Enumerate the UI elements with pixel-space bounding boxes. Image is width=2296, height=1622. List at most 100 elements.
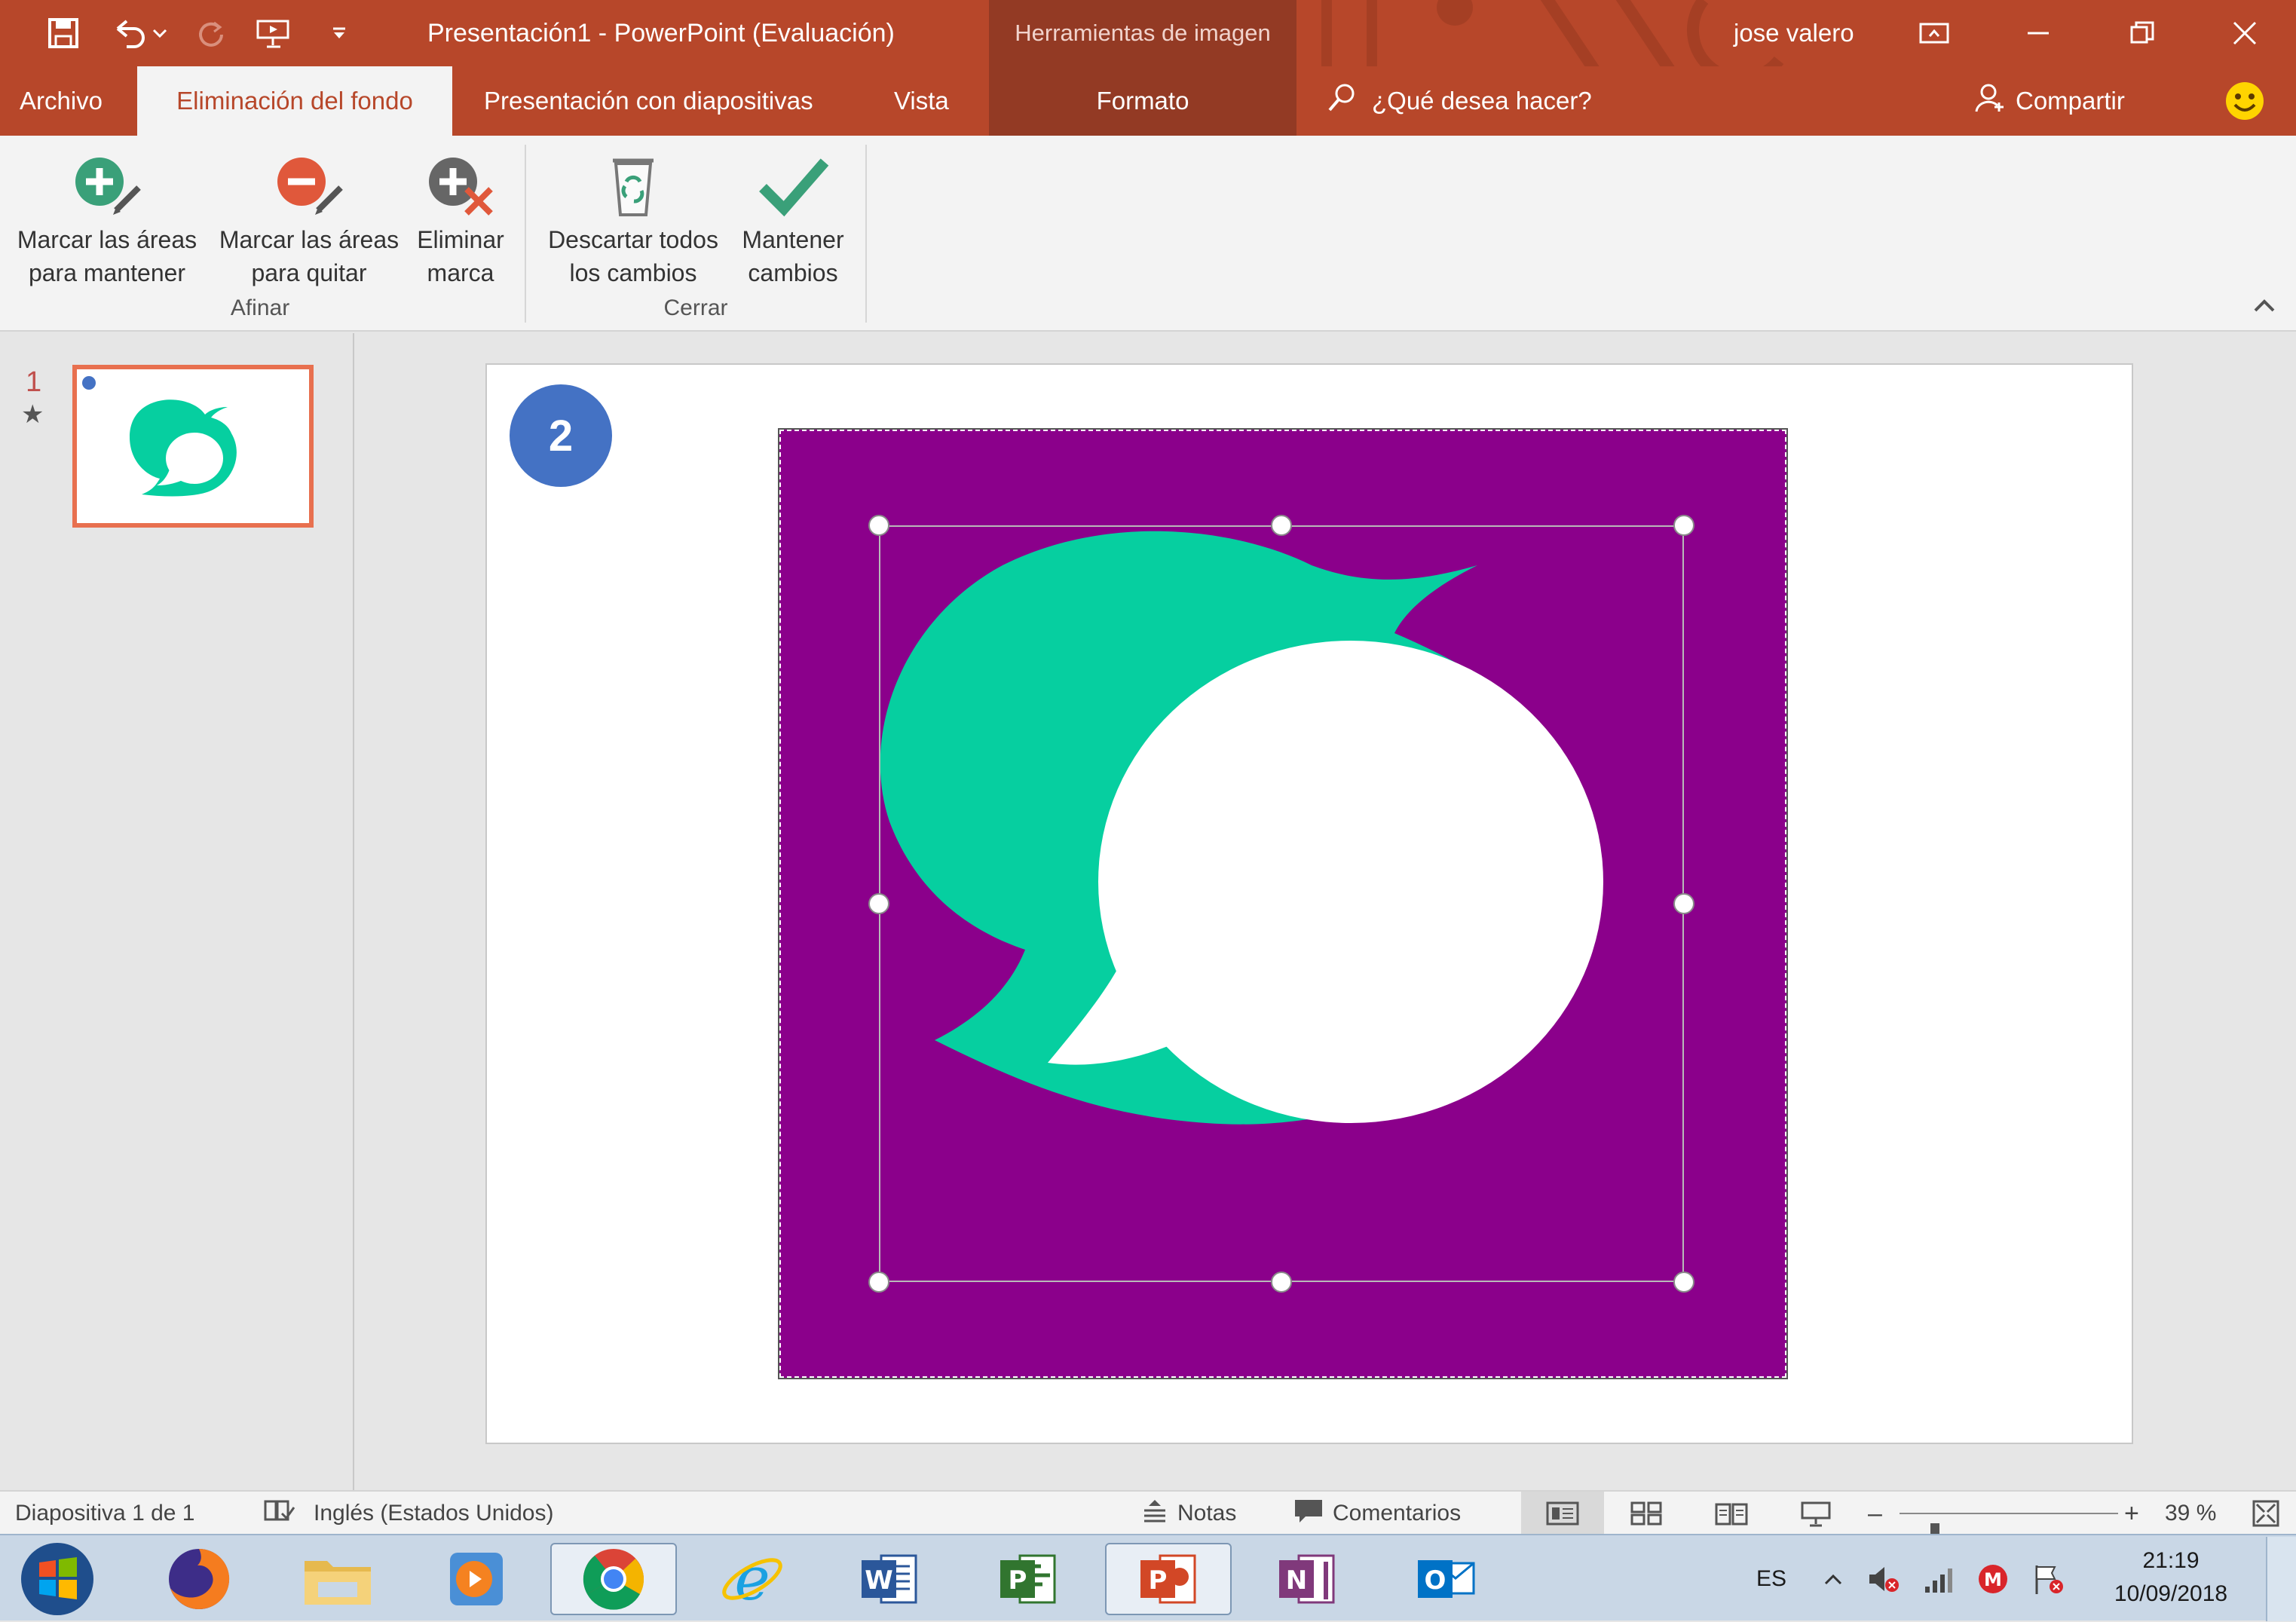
system-clock[interactable]: 21:19 10/09/2018 [2088,1544,2254,1611]
internet-explorer-icon[interactable]: e [689,1543,816,1615]
ribbon-display-options-icon[interactable] [1889,0,1979,66]
recycle-bin-icon [537,148,730,223]
customize-qat-icon[interactable] [324,11,354,56]
keep-changes-button[interactable]: Mantener cambios [731,148,855,289]
svg-text:W: W [865,1565,893,1596]
svg-text:P: P [1149,1565,1168,1596]
outlook-icon[interactable]: O [1382,1543,1509,1615]
marquee-box[interactable] [879,525,1684,1282]
network-signal-icon[interactable] [1919,1535,1961,1622]
language-label: Inglés (Estados Unidos) [314,1501,554,1526]
tell-me-box[interactable]: ¿Qué desea hacer? [1325,66,1592,136]
step-badge: 2 [510,384,612,487]
close-icon[interactable] [2200,0,2290,66]
svg-text:P: P [1009,1565,1027,1596]
discard-line1: Descartar todos [548,226,718,253]
share-button[interactable]: Compartir [1973,66,2125,136]
user-name[interactable]: jose valero [1734,0,1854,66]
start-from-beginning-icon[interactable] [252,11,297,56]
start-button-icon[interactable] [11,1543,104,1615]
resize-handle-top[interactable] [1271,515,1292,536]
show-desktop-button[interactable] [2266,1537,2296,1621]
fit-to-window-icon[interactable] [2251,1492,2281,1535]
svg-text:O: O [1425,1565,1446,1596]
show-hidden-icons-icon[interactable] [1817,1535,1850,1622]
share-label: Compartir [2016,87,2125,115]
tab-presentacion[interactable]: Presentación con diapositivas [467,66,830,136]
group-separator [865,145,867,323]
mark-keep-line1: Marcar las áreas [17,226,197,253]
redo-icon[interactable] [190,11,232,56]
mark-remove-line2: para quitar [251,259,367,286]
clock-date: 10/09/2018 [2114,1581,2228,1606]
keep-line2: cambios [748,259,838,286]
discard-changes-button[interactable]: Descartar todos los cambios [537,148,730,289]
svg-text:e: e [734,1545,770,1613]
delete-mark-line1: Eliminar [417,226,504,253]
action-center-flag-icon[interactable] [2028,1535,2070,1622]
restore-icon[interactable] [2097,0,2187,66]
tab-vista[interactable]: Vista [877,66,966,136]
language-status[interactable]: Inglés (Estados Unidos) [262,1492,554,1535]
mark-areas-remove-button[interactable]: Marcar las áreas para quitar [213,148,406,289]
window-title: Presentación1 - PowerPoint (Evaluación) [427,19,895,47]
mark-keep-line2: para mantener [28,259,186,286]
normal-view-icon[interactable] [1521,1492,1604,1535]
minimize-icon[interactable] [1993,0,2083,66]
animation-star-icon: ★ [21,400,44,429]
powerpoint-icon[interactable]: P [1105,1543,1232,1615]
slideshow-view-icon[interactable] [1774,1492,1857,1535]
media-player-icon[interactable] [413,1543,540,1615]
ribbon-tabs: Archivo Eliminación del fondo Presentaci… [0,66,2296,136]
title-bar: Presentación1 - PowerPoint (Evaluación) … [0,0,2296,136]
resize-handle-bottom-right[interactable] [1673,1272,1694,1293]
clock-time: 21:19 [2142,1548,2200,1573]
tab-archivo[interactable]: Archivo [3,66,119,136]
notes-button[interactable]: Notas [1140,1492,1236,1535]
comments-button[interactable]: Comentarios [1292,1492,1461,1535]
collapse-ribbon-icon[interactable] [2251,295,2278,317]
firefox-icon[interactable] [136,1543,262,1615]
group-label-afinar: Afinar [230,295,290,320]
slide-count[interactable]: Diapositiva 1 de 1 [15,1492,194,1535]
input-language[interactable]: ES [1747,1535,1795,1622]
svg-text:N: N [1286,1565,1307,1596]
feedback-smiley-icon[interactable] [2224,80,2266,122]
undo-icon[interactable] [110,11,170,56]
save-icon[interactable] [42,11,84,56]
add-mark-icon [11,148,204,223]
word-icon[interactable]: W [826,1543,953,1615]
resize-handle-bottom[interactable] [1271,1272,1292,1293]
resize-handle-bottom-left[interactable] [868,1272,889,1293]
search-icon [1325,81,1358,121]
zoom-level[interactable]: 39 % [2165,1492,2216,1535]
onenote-icon[interactable]: N [1244,1543,1370,1615]
resize-handle-top-right[interactable] [1673,515,1694,536]
group-separator [525,145,526,323]
resize-handle-right[interactable] [1673,893,1694,914]
file-explorer-icon[interactable] [274,1543,401,1615]
slide-thumbnail[interactable] [72,365,314,528]
resize-handle-left[interactable] [868,893,889,914]
slide-sorter-icon[interactable] [1606,1492,1688,1535]
thumbnail-logo [82,376,237,497]
reading-view-icon[interactable] [1690,1492,1773,1535]
volume-muted-icon[interactable] [1863,1535,1906,1622]
zoom-in-button[interactable]: + [2124,1492,2139,1535]
delete-mark-icon [412,148,510,223]
resize-handle-top-left[interactable] [868,515,889,536]
zoom-out-button[interactable]: – [1868,1492,1882,1535]
comment-icon [1292,1497,1325,1530]
remove-mark-icon [213,148,406,223]
mark-areas-keep-button[interactable]: Marcar las áreas para mantener [11,148,204,289]
tab-eliminacion-fondo[interactable]: Eliminación del fondo [137,66,452,136]
project-icon[interactable]: P [965,1543,1091,1615]
tab-formato[interactable]: Formato [989,66,1296,136]
zoom-slider[interactable] [1900,1513,2118,1547]
antivirus-icon[interactable]: M [1972,1535,2014,1622]
mark-remove-line1: Marcar las áreas [219,226,400,253]
delete-mark-button[interactable]: Eliminar marca [412,148,510,289]
discard-line2: los cambios [569,259,697,286]
notes-label: Notas [1177,1501,1237,1526]
chrome-icon[interactable] [550,1543,677,1615]
